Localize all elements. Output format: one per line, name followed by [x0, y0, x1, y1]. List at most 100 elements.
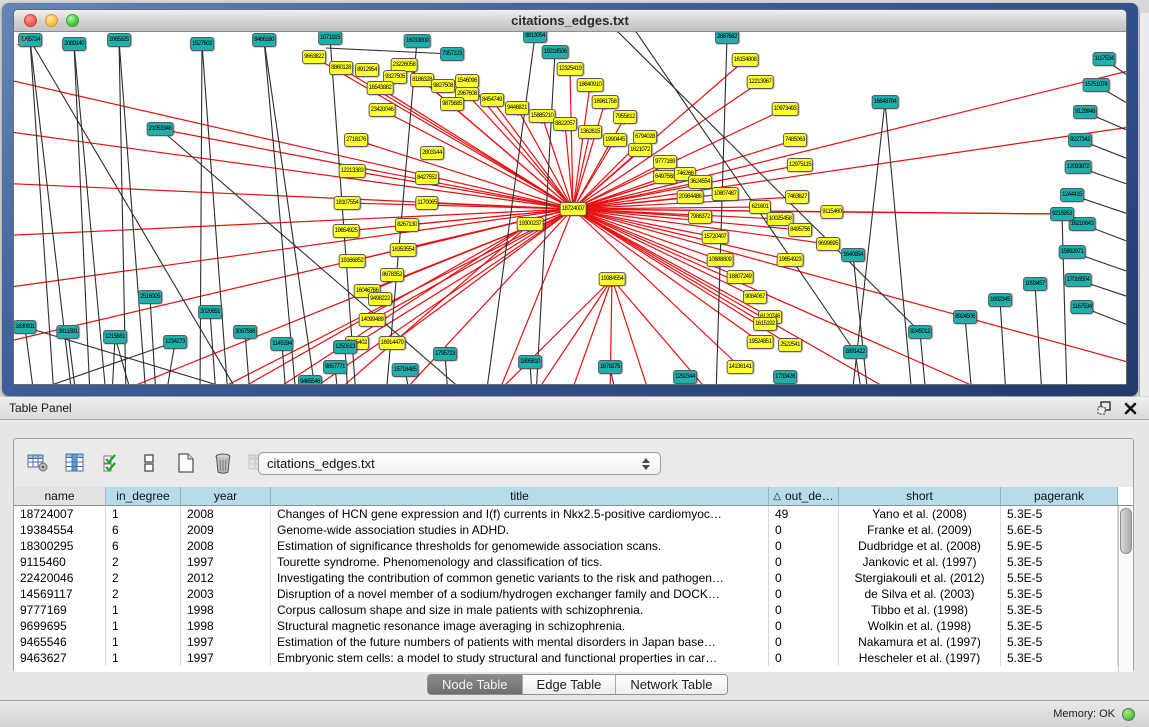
table-cell[interactable]: 5.3E-5 — [1001, 650, 1118, 666]
table-cell[interactable]: Dudbridge et al. (2008) — [839, 538, 1001, 554]
graph-node[interactable]: 14136141 — [727, 360, 754, 374]
tab-network-table[interactable]: Network Table — [616, 675, 726, 694]
graph-node[interactable]: 19654925 — [333, 224, 360, 238]
graph-node[interactable]: 16353554 — [390, 243, 417, 257]
graph-node[interactable]: 9215953 — [1050, 207, 1074, 221]
table-cell[interactable]: 5.3E-5 — [1001, 634, 1118, 650]
graph-edge[interactable] — [150, 297, 156, 385]
table-cell[interactable]: Wolkin et al. (1998) — [839, 618, 1001, 634]
graph-node[interactable]: 12213383 — [339, 164, 366, 178]
graph-node[interactable]: 1640954 — [841, 248, 865, 262]
table-cell[interactable]: Embryonic stem cells: a model to study s… — [271, 650, 769, 666]
table-cell[interactable]: 1998 — [181, 602, 271, 618]
column-header-short[interactable]: short — [839, 487, 1001, 505]
graph-node[interactable]: 18724007 — [560, 202, 587, 216]
graph-node[interactable]: 8427552 — [415, 171, 439, 185]
network-window-titlebar[interactable]: citations_edges.txt — [14, 10, 1126, 32]
graph-node[interactable]: 19384554 — [599, 272, 626, 286]
table-cell[interactable]: de Silva et al. (2003) — [839, 586, 1001, 602]
tab-edge-table[interactable]: Edge Table — [523, 675, 617, 694]
graph-node[interactable]: 1891422 — [843, 345, 867, 359]
graph-edge[interactable] — [573, 209, 770, 317]
table-cell[interactable]: Yano et al. (2008) — [839, 506, 1001, 522]
graph-node[interactable]: 9777169 — [653, 155, 677, 169]
graph-node[interactable]: 9084067 — [743, 290, 767, 304]
table-cell[interactable]: 5.6E-5 — [1001, 522, 1118, 538]
table-cell[interactable]: 18300295 — [14, 538, 106, 554]
graph-node[interactable]: 8822057 — [553, 117, 577, 131]
graph-node[interactable]: 12213967 — [747, 75, 774, 89]
graph-node[interactable]: 19654923 — [777, 253, 804, 267]
graph-node[interactable]: 10807487 — [712, 187, 739, 201]
graph-node[interactable]: 8912954 — [355, 63, 379, 77]
delete-column-button[interactable] — [211, 451, 235, 475]
graph-edge[interactable] — [394, 209, 573, 385]
graph-node[interactable]: 16914479 — [379, 336, 406, 350]
table-cell[interactable]: 0 — [769, 570, 839, 586]
graph-edge[interactable] — [326, 48, 452, 54]
table-cell[interactable]: Genome-wide association studies in ADHD. — [271, 522, 769, 538]
graph-node[interactable]: 2516005 — [138, 290, 162, 304]
table-cell[interactable]: 1997 — [181, 634, 271, 650]
graph-node[interactable]: 7485063 — [783, 133, 807, 147]
graph-node[interactable]: 15720407 — [702, 230, 729, 244]
graph-node[interactable]: 1093457 — [1023, 277, 1047, 291]
graph-node[interactable]: 9663822 — [302, 50, 326, 64]
table-row[interactable]: 1938455462009Genome-wide association stu… — [14, 522, 1118, 538]
graph-node[interactable]: 7955812 — [613, 110, 637, 124]
close-window-button[interactable] — [24, 14, 37, 27]
graph-node[interactable]: 1621072 — [628, 143, 652, 157]
graph-node[interactable]: 1546096 — [455, 74, 479, 88]
graph-node[interactable]: 16961758 — [592, 95, 619, 109]
graph-node[interactable]: 12093872 — [1065, 160, 1092, 174]
column-header-out_de[interactable]: △out_de… — [769, 487, 839, 505]
graph-node[interactable]: 8813054 — [523, 32, 547, 43]
table-cell[interactable]: 1 — [106, 506, 181, 522]
table-cell[interactable]: 2012 — [181, 570, 271, 586]
graph-node[interactable]: 1678275 — [598, 360, 622, 374]
graph-node[interactable]: 2522541 — [778, 338, 802, 352]
graph-node[interactable]: 20364486 — [677, 190, 704, 204]
table-cell[interactable]: Franke et al. (2009) — [839, 522, 1001, 538]
table-cell[interactable]: 0 — [769, 538, 839, 554]
select-columns-button[interactable] — [100, 451, 124, 475]
graph-node[interactable]: 9129946 — [1073, 105, 1097, 119]
graph-node[interactable]: 2020651 — [198, 305, 222, 319]
graph-node[interactable]: 9465546 — [298, 375, 322, 385]
graph-node[interactable]: 21053346 — [147, 122, 174, 136]
create-column-button[interactable] — [174, 451, 198, 475]
graph-node[interactable]: 7986372 — [688, 210, 712, 224]
table-cell[interactable]: 2009 — [181, 522, 271, 538]
table-cell[interactable]: 0 — [769, 618, 839, 634]
graph-node[interactable]: 10688809 — [707, 253, 734, 267]
graph-edge[interactable] — [852, 102, 885, 385]
graph-node[interactable]: 1215681 — [103, 330, 127, 344]
table-cell[interactable]: 2008 — [181, 506, 271, 522]
graph-node[interactable]: 7357223 — [440, 47, 464, 61]
graph-edge[interactable] — [115, 337, 132, 385]
table-cell[interactable]: 49 — [769, 506, 839, 522]
table-cell[interactable]: 1997 — [181, 650, 271, 666]
graph-edge[interactable] — [965, 317, 972, 385]
table-cell[interactable]: 6 — [106, 538, 181, 554]
table-cell[interactable]: 1 — [106, 618, 181, 634]
graph-node[interactable]: 10973493 — [772, 102, 799, 116]
table-cell[interactable]: Investigating the contribution of common… — [271, 570, 769, 586]
graph-node[interactable]: 23420046 — [369, 103, 396, 117]
graph-node[interactable]: 9115460 — [820, 205, 843, 219]
graph-node[interactable]: 9245012 — [908, 325, 932, 339]
graph-node[interactable]: 15718485 — [392, 363, 419, 377]
table-cell[interactable]: Estimation of the future numbers of pati… — [271, 634, 769, 650]
table-selector-dropdown[interactable]: citations_edges.txt — [258, 452, 661, 475]
graph-node[interactable]: 1795723 — [433, 347, 457, 361]
graph-edge[interactable] — [1035, 284, 1042, 385]
table-cell[interactable]: 2 — [106, 554, 181, 570]
graph-node[interactable]: 1362615 — [578, 125, 602, 139]
table-cell[interactable]: 9777169 — [14, 602, 106, 618]
graph-node[interactable]: 6794028 — [633, 130, 657, 144]
graph-node[interactable]: 15885210 — [529, 109, 556, 123]
graph-node[interactable]: 8678352 — [380, 268, 404, 282]
table-cell[interactable]: Tibbo et al. (1998) — [839, 602, 1001, 618]
graph-node[interactable]: 9857771 — [323, 360, 347, 374]
table-cell[interactable]: Estimation of significance thresholds fo… — [271, 538, 769, 554]
